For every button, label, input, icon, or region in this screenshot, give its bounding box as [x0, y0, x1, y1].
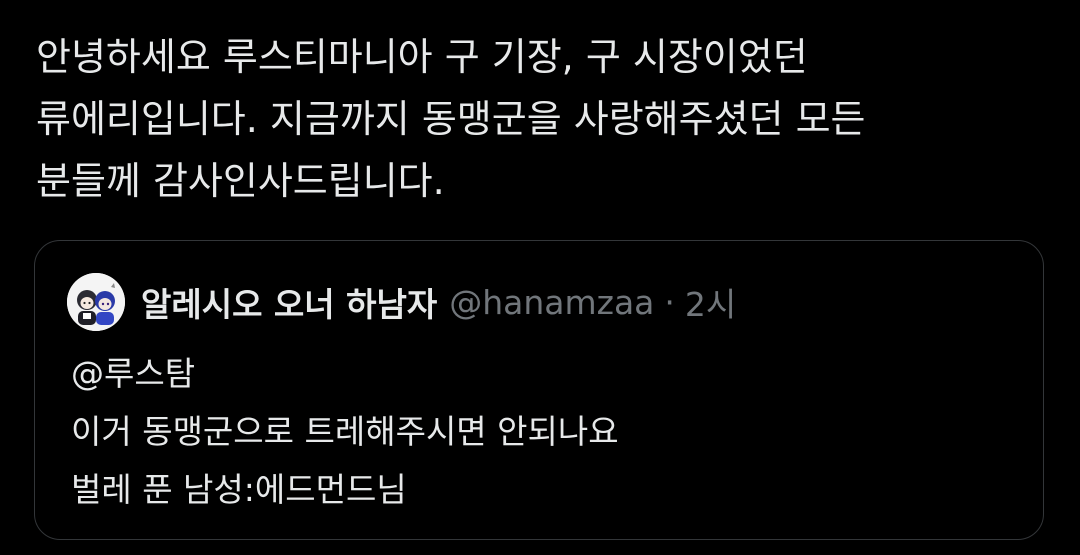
user-handle[interactable]: @hanamzaa	[449, 283, 654, 322]
quoted-tweet-line: @루스탐	[71, 354, 196, 393]
quoted-tweet-header: 알레시오 오너 하남자 @hanamzaa · 2시	[67, 273, 736, 331]
tweet-text-line: 류에리입니다. 지금까지 동맹군을 사랑해주셨던 모든	[36, 97, 866, 141]
quoted-tweet-line: 벌레 푼 남성:에드먼드님	[71, 470, 407, 509]
quoted-tweet-card[interactable]: 알레시오 오너 하남자 @hanamzaa · 2시 @루스탐 이거 동맹군으로…	[34, 240, 1044, 540]
quoted-tweet-line: 이거 동맹군으로 트레해주시면 안되나요	[71, 412, 619, 451]
tweet-text: 안녕하세요 루스티마니아 구 기장, 구 시장이었던 류에리입니다. 지금까지 …	[36, 26, 1056, 212]
display-name[interactable]: 알레시오 오너 하남자	[141, 278, 437, 326]
timestamp[interactable]: 2시	[685, 278, 736, 326]
dot-separator: ·	[664, 282, 675, 322]
tweet-text-line: 안녕하세요 루스티마니아 구 기장, 구 시장이었던	[36, 35, 808, 79]
quoted-tweet-text: @루스탐 이거 동맹군으로 트레해주시면 안되나요 벌레 푼 남성:에드먼드님	[71, 345, 619, 519]
tweet-text-line: 분들께 감사인사드립니다.	[36, 159, 445, 203]
character-avatar-icon[interactable]	[67, 273, 125, 331]
